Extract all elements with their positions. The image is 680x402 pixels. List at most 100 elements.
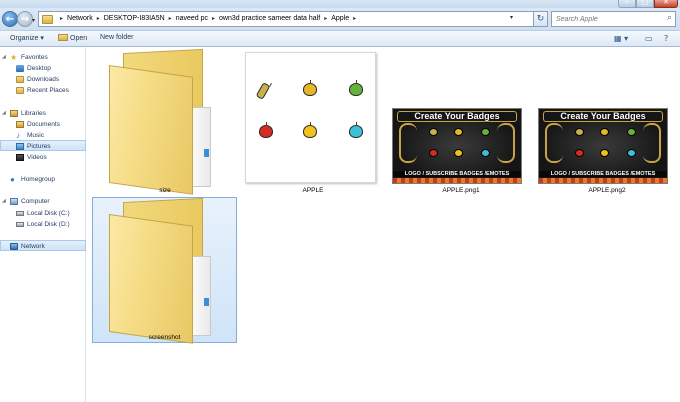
apple-core-icon <box>255 82 271 100</box>
breadcrumb-separator[interactable]: ▸ <box>60 16 63 22</box>
command-bar: Organize ▾ Open New folder ▦ ▾ ▭ ? <box>0 30 680 47</box>
nav-pictures-label: Pictures <box>27 143 51 150</box>
thumbnail-caption: LOGO / SUBSCRIBE BADGES /EMOTES <box>393 171 521 177</box>
refresh-button[interactable]: ↻ <box>534 11 548 27</box>
search-box: ⌕ <box>551 11 676 27</box>
nav-homegroup[interactable]: ● Homegroup <box>0 174 86 185</box>
preview-pane-icon[interactable]: ▭ <box>645 34 653 43</box>
yellow-apple-icon <box>600 128 609 136</box>
yellow-apple-icon <box>454 128 463 136</box>
nav-libraries-label: Libraries <box>21 110 46 117</box>
decorative-stripe <box>539 178 667 183</box>
computer-icon <box>10 198 18 205</box>
ornament-left <box>545 123 563 163</box>
blue-apple-icon <box>627 149 636 157</box>
nav-homegroup-label: Homegroup <box>21 176 55 183</box>
file-item-selected[interactable]: screenshot <box>92 197 237 344</box>
libraries-icon <box>10 110 18 117</box>
disk-icon <box>16 222 24 227</box>
music-icon: ♪ <box>16 131 20 140</box>
file-name: size <box>159 187 171 194</box>
breadcrumb-separator[interactable]: ▸ <box>324 16 327 22</box>
nav-libraries[interactable]: ◢ Libraries <box>0 108 86 119</box>
breadcrumb-separator[interactable]: ▸ <box>169 16 172 22</box>
nav-desktop[interactable]: Desktop <box>0 63 86 74</box>
network-icon <box>10 243 18 250</box>
nav-videos[interactable]: Videos <box>0 152 86 163</box>
nav-documents-label: Documents <box>27 121 60 128</box>
file-name: APPLE.png2 <box>588 187 626 194</box>
nav-desktop-label: Desktop <box>27 65 51 72</box>
nav-pictures[interactable]: Pictures <box>0 140 86 151</box>
image-thumbnail: Create Your Badges LOGO / SUBSCRIBE BADG… <box>392 108 522 184</box>
red-apple-icon <box>429 149 438 157</box>
file-list: size APPLE Create Your Badges LOGO / SUB… <box>87 47 680 402</box>
nav-documents[interactable]: Documents <box>0 119 86 130</box>
file-item[interactable]: size <box>92 48 238 197</box>
file-name: screenshot <box>148 334 181 341</box>
green-apple-icon <box>349 80 363 96</box>
address-row: ← → ▾ ▸ Network ▸ DESKTOP-I83IA5N ▸ naveed pc… <box>0 8 680 30</box>
address-bar[interactable]: ▸ Network ▸ DESKTOP-I83IA5N ▸ naveed pc ▸ own3d… <box>38 11 534 27</box>
close-button[interactable]: ✕ <box>654 0 678 8</box>
collapse-arrow-icon[interactable]: ◢ <box>2 108 6 119</box>
open-button[interactable]: Open <box>58 34 87 42</box>
back-button[interactable]: ← <box>2 11 18 27</box>
ornament-left <box>399 123 417 163</box>
apple-core-icon <box>429 128 438 136</box>
breadcrumb-apple[interactable]: Apple <box>331 15 349 22</box>
breadcrumb-separator[interactable]: ▸ <box>353 16 356 22</box>
nav-local-disk-d-label: Local Disk (D:) <box>27 221 70 228</box>
folder-icon <box>42 15 53 24</box>
breadcrumb-network[interactable]: Network <box>67 15 93 22</box>
gold-apple-icon <box>303 122 317 138</box>
breadcrumb: ▸ Network ▸ DESKTOP-I83IA5N ▸ naveed pc ▸ own3d… <box>56 15 360 22</box>
close-icon: ✕ <box>663 0 669 6</box>
yellow-apple-icon <box>303 80 317 96</box>
nav-downloads-label: Downloads <box>27 76 60 83</box>
breadcrumb-practice-folder[interactable]: own3d practice sameer data half <box>219 15 320 22</box>
nav-network[interactable]: Network <box>0 240 86 251</box>
organize-button[interactable]: Organize ▾ <box>10 34 44 42</box>
nav-recent-places[interactable]: Recent Places <box>0 85 86 96</box>
nav-computer[interactable]: ◢ Computer <box>0 196 86 207</box>
collapse-arrow-icon[interactable]: ◢ <box>2 196 6 207</box>
nav-favorites[interactable]: ◢ ★ Favorites <box>0 52 86 63</box>
maximize-button[interactable]: □ <box>636 0 654 8</box>
disk-icon <box>16 211 24 216</box>
search-icon[interactable]: ⌕ <box>667 13 672 23</box>
new-folder-button[interactable]: New folder <box>100 34 133 41</box>
gold-apple-icon <box>600 149 609 157</box>
green-apple-icon <box>627 128 636 136</box>
help-icon[interactable]: ? <box>664 34 668 43</box>
collapse-arrow-icon[interactable]: ◢ <box>2 52 6 63</box>
recent-pages-dropdown[interactable]: ▾ <box>32 17 35 24</box>
documents-icon <box>16 121 24 128</box>
breadcrumb-separator[interactable]: ▸ <box>97 16 100 22</box>
file-item[interactable]: Create Your Badges LOGO / SUBSCRIBE BADG… <box>388 49 534 197</box>
breadcrumb-desktop-pc[interactable]: DESKTOP-I83IA5N <box>104 15 165 22</box>
nav-local-disk-c[interactable]: Local Disk (C:) <box>0 208 86 219</box>
breadcrumb-separator[interactable]: ▸ <box>212 16 215 22</box>
file-item[interactable]: Create Your Badges LOGO / SUBSCRIBE BADG… <box>534 49 680 197</box>
breadcrumb-naveed-pc[interactable]: naveed pc <box>176 15 208 22</box>
blue-apple-icon <box>349 122 363 138</box>
minimize-button[interactable]: – <box>618 0 636 8</box>
thumbnail-caption: LOGO / SUBSCRIBE BADGES /EMOTES <box>539 171 667 177</box>
open-label: Open <box>70 35 88 42</box>
file-item[interactable]: APPLE <box>238 49 388 197</box>
change-view-icon[interactable]: ▦ ▾ <box>614 34 628 43</box>
address-history-dropdown[interactable]: ▾ <box>510 14 513 21</box>
nav-local-disk-d[interactable]: Local Disk (D:) <box>0 219 86 230</box>
nav-downloads[interactable]: Downloads <box>0 74 86 85</box>
pictures-icon <box>16 143 24 150</box>
decorative-stripe <box>393 178 521 183</box>
forward-arrow-icon: → <box>20 14 30 25</box>
recent-places-icon <box>16 87 24 94</box>
nav-recent-places-label: Recent Places <box>27 87 69 94</box>
title-bar: – □ ✕ <box>0 0 680 8</box>
maximize-icon: □ <box>641 0 649 6</box>
nav-local-disk-c-label: Local Disk (C:) <box>27 210 70 217</box>
forward-button[interactable]: → <box>17 11 33 27</box>
search-input[interactable] <box>552 12 657 26</box>
